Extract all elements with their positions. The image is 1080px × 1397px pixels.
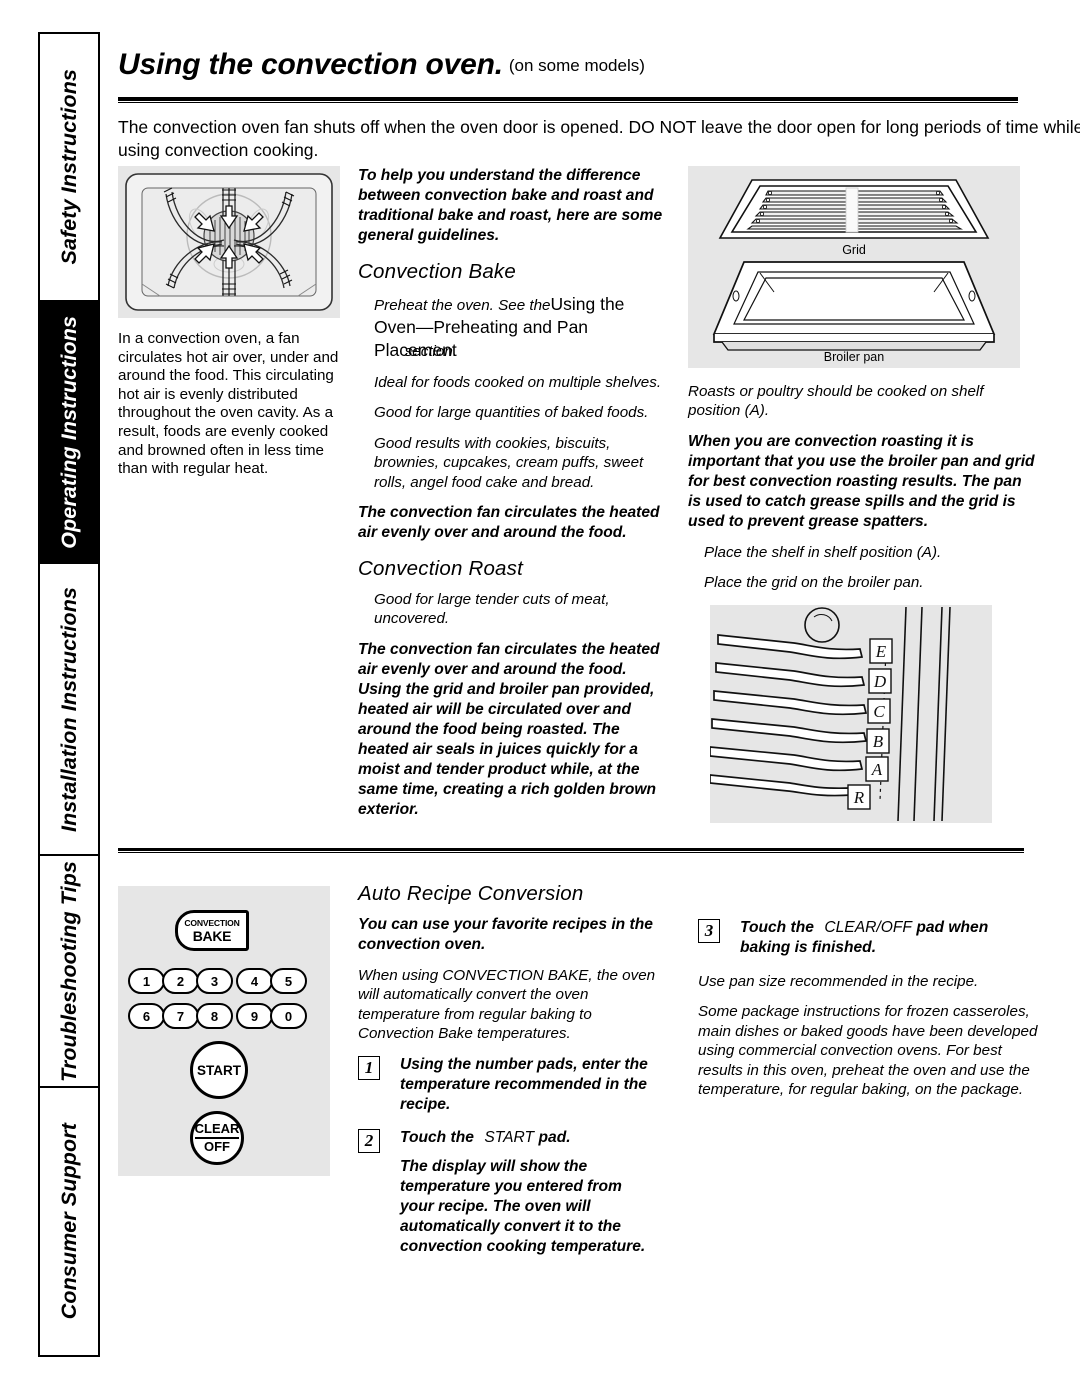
roast-bullet: Good for large tender cuts of meat, unco…: [374, 591, 610, 628]
convection-oven-airflow-figure: [118, 166, 340, 318]
step-pad-name: CLEAR/OFF: [824, 919, 912, 936]
auto-recipe-lead: You can use your favorite recipes in the…: [358, 916, 653, 953]
sidebar-tab-label: Operating Instructions: [56, 315, 81, 549]
number-key-0[interactable]: 0: [270, 1003, 307, 1029]
auto-recipe-middle-column: Auto Recipe Conversion You can use your …: [358, 882, 658, 1270]
auto-recipe-heading: Auto Recipe Conversion: [358, 882, 584, 905]
sidebar-tab-consumer-support[interactable]: Consumer Support: [38, 1086, 100, 1357]
step-number: 1: [358, 1055, 380, 1080]
broiler-pan-illustration: [712, 179, 996, 351]
sidebar-tab-safety-instructions[interactable]: Safety Instructions: [38, 32, 100, 300]
convection-bake-heading: Convection Bake: [358, 260, 516, 283]
number-key-9[interactable]: 9: [236, 1003, 273, 1029]
step-text-prefix: Touch the: [740, 919, 814, 936]
page-content: Using the convection oven. (on some model…: [118, 48, 1080, 1348]
step-number: 3: [698, 919, 720, 943]
number-key-3[interactable]: 3: [196, 968, 233, 994]
page-subtitle: (on some models): [508, 56, 645, 75]
number-key-1[interactable]: 1: [128, 968, 165, 994]
bake-bullet: Good for large quantities of baked foods…: [374, 404, 649, 422]
start-key-label: START: [197, 1062, 241, 1078]
shelf-position-note: Roasts or poultry should be cooked on sh…: [688, 383, 984, 420]
shelf-positions-illustration: E D C B A R: [709, 604, 992, 823]
clear-key-label-line2: OFF: [204, 1139, 230, 1154]
auto-recipe-note-2: Some package instructions for frozen cas…: [698, 1003, 1038, 1099]
convection-bake-key-label-line2: BAKE: [192, 927, 232, 944]
bake-bullet: Good results with cookies, biscuits, bro…: [374, 434, 644, 491]
auto-recipe-step-2: 2 Touch the START pad. The display will …: [358, 1128, 658, 1257]
sidebar-tab-operating-instructions[interactable]: Operating Instructions: [38, 300, 100, 562]
step-text-suffix: pad.: [538, 1128, 571, 1146]
oven-airflow-illustration: [125, 173, 333, 311]
number-key-7[interactable]: 7: [162, 1003, 199, 1029]
step-text: Using the number pads, enter the tempera…: [400, 1055, 648, 1113]
control-panel-column: CONVECTION BAKE 1 2 3 4 5 6 7 8 9 0 STAR…: [118, 886, 340, 1176]
bake-bullet: Ideal for foods cooked on multiple shelv…: [374, 374, 662, 391]
step-text-line2: baking is finished.: [740, 939, 877, 956]
right-column: Grid Broiler pan Roasts or poultry shoul…: [688, 166, 1038, 823]
oven-shelf-positions-figure: E D C B A R: [709, 604, 992, 823]
number-key-8[interactable]: 8: [196, 1003, 233, 1029]
auto-recipe-step-1: 1 Using the number pads, enter the tempe…: [358, 1055, 658, 1115]
auto-recipe-intro: When using CONVECTION BAKE, the oven wil…: [358, 967, 656, 1043]
sidebar-tab-label: Safety Instructions: [56, 69, 81, 265]
shelf-label-D: D: [873, 672, 887, 691]
bake-preheat-note: Preheat the oven. See theUsing the Oven—…: [374, 293, 663, 362]
bake-preheat-lead: Preheat the oven. See the: [374, 297, 551, 314]
left-column-paragraph: In a convection oven, a fan circulates h…: [118, 330, 339, 478]
roasting-step: Place the grid on the broiler pan.: [704, 574, 924, 592]
roasting-bold-note: When you are convection roasting it is i…: [688, 432, 1035, 530]
convection-bake-key[interactable]: CONVECTION BAKE: [175, 910, 249, 951]
sidebar-tab-troubleshooting-tips[interactable]: Troubleshooting Tips: [38, 854, 100, 1086]
start-key[interactable]: START: [190, 1041, 248, 1099]
step-text-prefix: Touch the: [400, 1128, 474, 1146]
oven-control-panel: CONVECTION BAKE 1 2 3 4 5 6 7 8 9 0 STAR…: [118, 886, 330, 1176]
clear-off-key[interactable]: CLEAR OFF: [190, 1111, 244, 1165]
sidebar-tab-label: Installation Instructions: [56, 586, 81, 832]
page-title: Using the convection oven.: [118, 48, 503, 81]
bake-bold-note: The convection fan circulates the heated…: [358, 504, 660, 542]
bake-preheat-tail: section.: [404, 343, 458, 360]
shelf-label-R: R: [853, 788, 865, 807]
clear-key-label-line1: CLEAR: [194, 1122, 240, 1139]
sidebar-tab-label: Troubleshooting Tips: [56, 860, 81, 1082]
step-pad-name: START: [484, 1128, 535, 1146]
shelf-label-E: E: [875, 642, 887, 661]
title-divider: [118, 97, 1018, 103]
broiler-pan-caption: Broiler pan: [823, 350, 885, 364]
sidebar-tab-label: Consumer Support: [56, 1123, 81, 1320]
page-header: Using the convection oven. (on some model…: [118, 48, 1080, 110]
number-pad-row-2: 6 7 8 9 0: [128, 1003, 307, 1029]
auto-recipe-right-column: 3 Touch the CLEAR/OFF pad when baking is…: [698, 918, 1038, 1110]
step-number: 2: [358, 1128, 380, 1153]
shelf-label-A: A: [871, 760, 883, 779]
roast-bold-note: The convection fan circulates the heated…: [358, 640, 660, 818]
guidelines-lead: To help you understand the difference be…: [358, 167, 663, 244]
auto-recipe-step-3: 3 Touch the CLEAR/OFF pad when baking is…: [698, 918, 1038, 958]
sidebar-tab-installation-instructions[interactable]: Installation Instructions: [38, 562, 100, 854]
grid-caption: Grid: [842, 243, 866, 257]
number-key-2[interactable]: 2: [162, 968, 199, 994]
number-pad-row-1: 1 2 3 4 5: [128, 968, 307, 994]
grid-and-broiler-pan-figure: Grid Broiler pan: [688, 166, 1020, 368]
intro-paragraph: The convection oven fan shuts off when t…: [118, 117, 1080, 160]
number-key-6[interactable]: 6: [128, 1003, 165, 1029]
number-key-4[interactable]: 4: [236, 968, 273, 994]
auto-recipe-note-1: Use pan size recommended in the recipe.: [698, 973, 979, 990]
sidebar-tabs: Safety Instructions Operating Instructio…: [38, 32, 100, 1357]
convection-roast-heading: Convection Roast: [358, 557, 524, 581]
step-text-suffix: pad when: [916, 919, 989, 936]
number-key-5[interactable]: 5: [270, 968, 307, 994]
middle-column: To help you understand the difference be…: [358, 166, 663, 831]
section-divider: [118, 848, 1024, 853]
convection-bake-key-label-line1: CONVECTION: [184, 917, 240, 928]
left-column: In a convection oven, a fan circulates h…: [118, 166, 346, 490]
shelf-label-B: B: [873, 732, 884, 751]
step-body: The display will show the temperature yo…: [400, 1157, 646, 1255]
roasting-step: Place the shelf in shelf position (A).: [704, 543, 942, 561]
shelf-label-C: C: [873, 702, 885, 721]
